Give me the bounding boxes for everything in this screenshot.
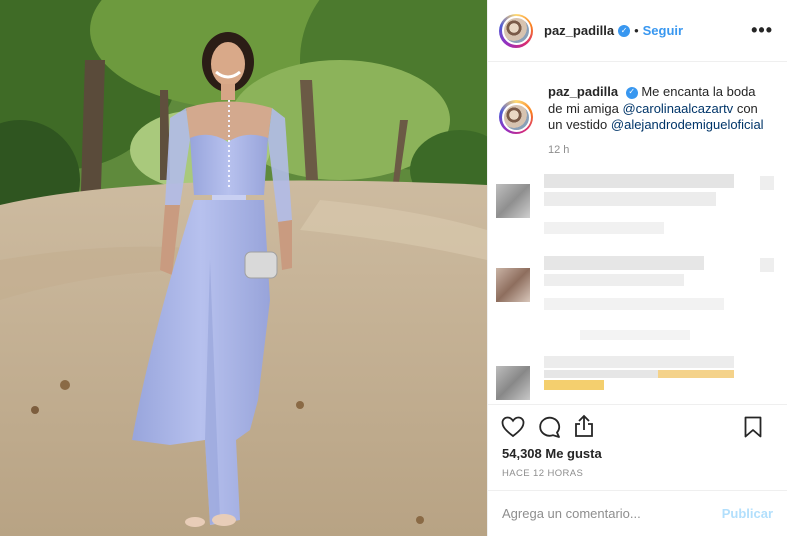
more-options-icon[interactable]: •••	[751, 20, 773, 41]
publish-button[interactable]: Publicar	[722, 506, 773, 521]
dot-separator: •	[634, 23, 639, 38]
mention-link-2[interactable]: @alejandrodemigueloficial	[611, 117, 764, 132]
verified-icon: ✓	[625, 86, 638, 99]
avatar[interactable]	[499, 13, 533, 48]
bookmark-icon[interactable]	[744, 416, 762, 438]
likes-count[interactable]: 54,308 Me gusta	[502, 446, 602, 461]
caption-avatar[interactable]	[499, 100, 533, 134]
caption: paz_padilla ✓ Me encanta la boda de mi a…	[488, 62, 787, 158]
post-actions	[488, 404, 787, 443]
comment-input[interactable]	[502, 506, 722, 521]
post-header: paz_padilla ✓ • Seguir •••	[488, 0, 787, 62]
comment-meta-blurred	[544, 222, 664, 234]
caption-text: paz_padilla ✓ Me encanta la boda de mi a…	[548, 84, 773, 158]
comment-avatar	[496, 268, 530, 302]
post-photo[interactable]	[0, 0, 487, 536]
instagram-post-view: paz_padilla ✓ • Seguir ••• paz_padilla ✓…	[0, 0, 787, 536]
post-photo-image	[0, 0, 487, 536]
comment-text-blurred	[544, 274, 684, 286]
caption-username[interactable]: paz_padilla	[548, 84, 618, 99]
comment-text-blurred	[544, 356, 734, 368]
comment-form: Publicar	[488, 490, 787, 536]
comment-meta-blurred	[760, 176, 774, 190]
comment-icon[interactable]	[537, 416, 561, 438]
follow-button[interactable]: Seguir	[643, 23, 683, 38]
header-username[interactable]: paz_padilla	[544, 23, 614, 38]
comment-text-blurred	[544, 256, 704, 270]
verified-icon: ✓	[618, 24, 631, 37]
comment-meta-blurred	[760, 258, 774, 272]
comment-text-blurred	[544, 174, 734, 188]
comment-meta-blurred	[580, 330, 690, 340]
comment-text-blurred	[544, 192, 716, 206]
heart-icon[interactable]	[501, 416, 525, 438]
mention-link-1[interactable]: @carolinaalcazartv	[622, 101, 733, 116]
post-side-panel: paz_padilla ✓ • Seguir ••• paz_padilla ✓…	[487, 0, 787, 536]
post-time-ago[interactable]: HACE 12 HORAS	[502, 468, 583, 479]
comment-avatar	[496, 366, 530, 400]
comment-avatar	[496, 184, 530, 218]
comment-emoji-blurred	[544, 370, 734, 378]
avatar-photo	[501, 102, 531, 132]
avatar-photo	[501, 16, 531, 45]
caption-time[interactable]: 12 h	[548, 142, 773, 159]
share-icon[interactable]	[573, 414, 595, 438]
comment-emoji-blurred	[544, 380, 604, 390]
comment-meta-blurred	[544, 298, 724, 310]
